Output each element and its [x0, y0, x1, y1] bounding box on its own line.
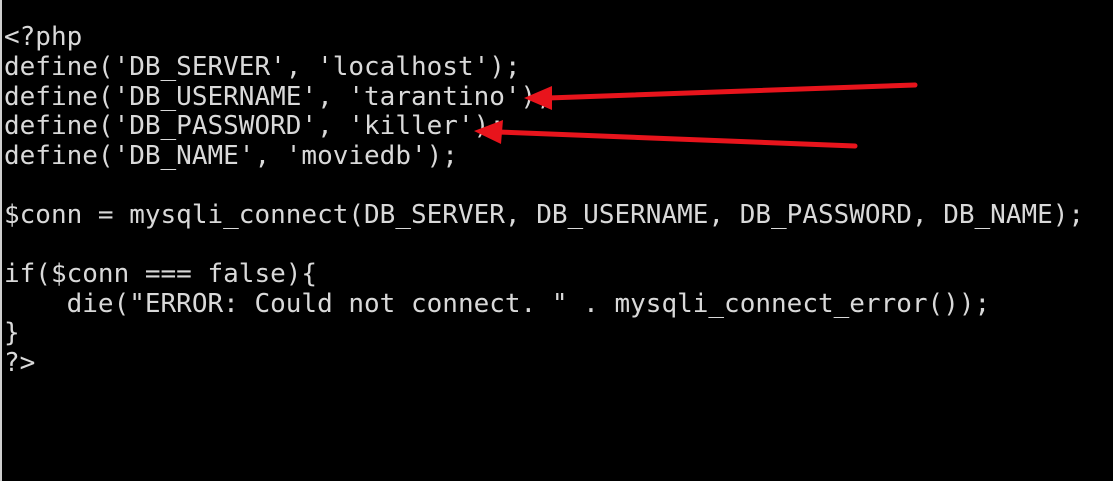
code-line-db-name: define('DB_NAME', 'moviedb'); — [4, 141, 458, 171]
code-line-db-server: define('DB_SERVER', 'localhost'); — [4, 52, 521, 82]
code-line-mysqli-connect: $conn = mysqli_connect(DB_SERVER, DB_USE… — [4, 200, 1085, 230]
code-line-if-conn: if($conn === false){ — [4, 259, 318, 289]
code-line-close-brace: } — [4, 318, 20, 348]
code-line-db-password: define('DB_PASSWORD', 'killer'); — [4, 111, 505, 141]
code-line-php-open: <?php — [4, 22, 83, 52]
code-line-die: die("ERROR: Could not connect. " . mysql… — [4, 289, 991, 319]
code-line-db-username: define('DB_USERNAME', 'tarantino'); — [4, 82, 552, 112]
terminal-console: <?php define('DB_SERVER', 'localhost'); … — [0, 0, 1113, 481]
code-line-php-close: ?> — [4, 348, 36, 378]
